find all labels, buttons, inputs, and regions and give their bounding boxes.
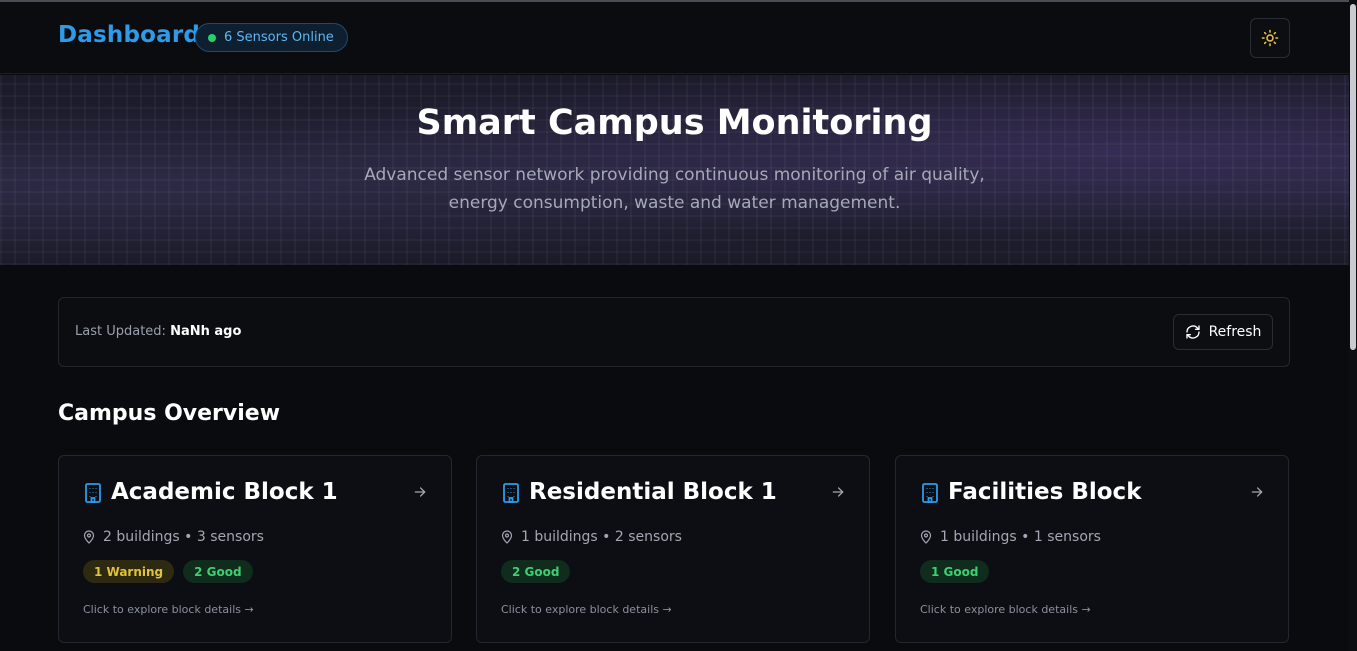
arrow-right-icon[interactable]: [831, 485, 845, 499]
last-updated-value: NaNh ago: [170, 324, 242, 339]
block-status-badges: 1 Good: [920, 560, 990, 583]
refresh-label: Refresh: [1208, 324, 1262, 340]
block-hint: Click to explore block details →: [83, 603, 254, 616]
dashboard-brand[interactable]: Dashboard: [58, 22, 200, 48]
block-meta-text: 2 buildings • 3 sensors: [103, 529, 264, 545]
block-status-badges: 2 Good: [501, 560, 571, 583]
sensors-online-label: 6 Sensors Online: [224, 30, 334, 45]
hero-subtitle: Advanced sensor network providing contin…: [364, 165, 985, 213]
last-updated-text: Last Updated: NaNh ago: [75, 324, 241, 339]
map-pin-icon: [920, 530, 932, 544]
status-badge-warning: 1 Warning: [83, 560, 175, 583]
sun-icon: [1261, 29, 1279, 47]
block-meta: 1 buildings • 1 sensors: [920, 529, 1101, 545]
block-card-residential-block-1[interactable]: Residential Block 1 1 buildings • 2 sens…: [476, 455, 870, 643]
block-card-facilities-block[interactable]: Facilities Block 1 buildings • 1 sensors…: [895, 455, 1289, 643]
theme-toggle-button[interactable]: [1250, 18, 1290, 58]
top-navbar: Dashboard 6 Sensors Online: [0, 2, 1349, 74]
refresh-icon: [1185, 325, 1200, 339]
block-meta-text: 1 buildings • 1 sensors: [940, 529, 1101, 545]
block-title: Academic Block 1: [111, 479, 338, 505]
block-meta: 1 buildings • 2 sensors: [501, 529, 682, 545]
hero-title: Smart Campus Monitoring: [416, 103, 933, 143]
block-card-academic-block-1[interactable]: Academic Block 1 2 buildings • 3 sensors…: [58, 455, 452, 643]
last-updated-label: Last Updated:: [75, 324, 166, 339]
block-status-badges: 1 Warning 2 Good: [83, 560, 253, 583]
map-pin-icon: [501, 530, 513, 544]
online-status-dot-icon: [208, 33, 216, 42]
arrow-right-icon[interactable]: [413, 485, 427, 499]
status-badge-good: 2 Good: [501, 560, 571, 583]
status-bar: Last Updated: NaNh ago Refresh: [58, 297, 1290, 367]
hero-banner: Smart Campus Monitoring Advanced sensor …: [0, 75, 1349, 265]
block-title: Residential Block 1: [529, 479, 777, 505]
scrollbar[interactable]: [1349, 0, 1357, 651]
building-icon: [922, 483, 938, 503]
scrollbar-thumb[interactable]: [1350, 4, 1356, 350]
block-hint: Click to explore block details →: [501, 603, 672, 616]
status-badge-good: 1 Good: [920, 560, 990, 583]
arrow-right-icon[interactable]: [1250, 485, 1264, 499]
block-meta-text: 1 buildings • 2 sensors: [521, 529, 682, 545]
map-pin-icon: [83, 530, 95, 544]
building-icon: [503, 483, 519, 503]
block-meta: 2 buildings • 3 sensors: [83, 529, 264, 545]
sensors-online-badge: 6 Sensors Online: [195, 23, 348, 52]
block-title: Facilities Block: [948, 479, 1142, 505]
block-hint: Click to explore block details →: [920, 603, 1091, 616]
building-icon: [85, 483, 101, 503]
status-badge-good: 2 Good: [183, 560, 253, 583]
campus-overview-heading: Campus Overview: [58, 401, 281, 426]
refresh-button[interactable]: Refresh: [1173, 314, 1273, 350]
